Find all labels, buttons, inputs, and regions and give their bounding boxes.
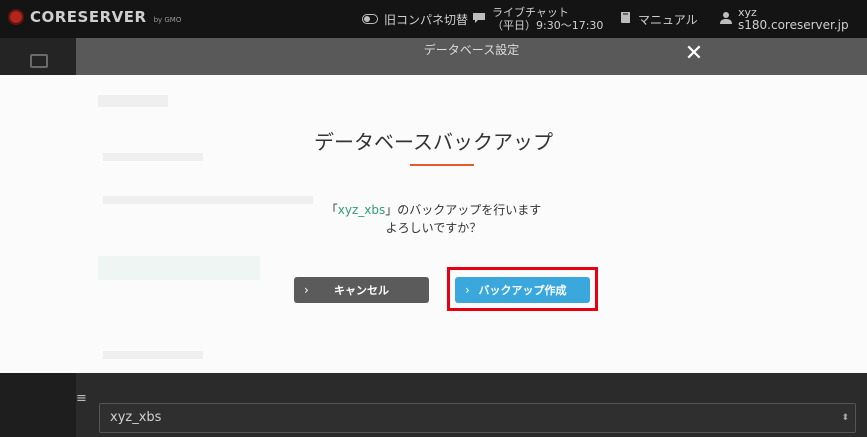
live-chat-link[interactable]: ライブチャット （平日）9:30～17:30	[472, 0, 603, 38]
msg-line2: よろしいですか？	[385, 221, 482, 235]
logo[interactable]: CORESERVER by GMO	[8, 8, 181, 26]
cancel-label: キャンセル	[334, 284, 389, 297]
highlight-box	[447, 267, 598, 311]
backup-modal: データベースバックアップ 「xyz_xbs」のバックアップを行います よろしいで…	[0, 75, 867, 373]
top-header: CORESERVER by GMO 旧コンパネ切替 ライブチャット （平日）9:…	[0, 0, 867, 38]
book-icon	[620, 11, 632, 27]
logo-text: CORESERVER	[30, 8, 147, 26]
user-menu[interactable]: xyz s180.coreserver.jp	[720, 0, 849, 38]
msg-suffix: 」のバックアップを行います	[385, 203, 542, 217]
live-chat-hours: （平日）9:30～17:30	[492, 19, 604, 32]
monitor-icon[interactable]	[30, 54, 48, 68]
user-host: s180.coreserver.jp	[738, 18, 849, 32]
database-select-value: xyz_xbs	[110, 410, 162, 425]
cancel-button[interactable]: › キャンセル	[294, 277, 429, 303]
title-underline	[410, 164, 474, 166]
old-panel-toggle[interactable]: 旧コンパネ切替	[362, 0, 468, 38]
manual-label: マニュアル	[638, 12, 698, 27]
ghost-button	[98, 256, 260, 280]
close-icon[interactable]: ✕	[682, 42, 706, 66]
chevron-right-icon: ›	[304, 283, 309, 297]
database-select[interactable]: xyz_xbs ⬍	[99, 403, 856, 433]
page-title: データベース設定	[423, 43, 520, 57]
modal-title: データベースバックアップ	[314, 130, 553, 154]
old-panel-label: 旧コンパネ切替	[384, 12, 469, 27]
chat-bubble-icon	[472, 12, 486, 27]
ghost-text-3	[103, 351, 203, 359]
logo-mark-icon	[8, 9, 24, 25]
ghost-heading	[98, 95, 168, 107]
sidebar-bottom	[0, 373, 76, 437]
live-chat-label: ライブチャット	[492, 6, 569, 19]
confirm-message: 「xyz_xbs」のバックアップを行います よろしいですか？	[0, 201, 867, 237]
logo-sub: by GMO	[153, 16, 182, 24]
db-name: xyz_xbs	[337, 203, 386, 217]
msg-prefix: 「	[325, 203, 338, 217]
manual-link[interactable]: マニュアル	[620, 0, 698, 38]
toggle-icon	[362, 14, 378, 24]
select-arrow-icon: ⬍	[841, 413, 849, 423]
hamburger-icon[interactable]: ≡	[76, 391, 87, 406]
user-icon	[720, 11, 732, 27]
